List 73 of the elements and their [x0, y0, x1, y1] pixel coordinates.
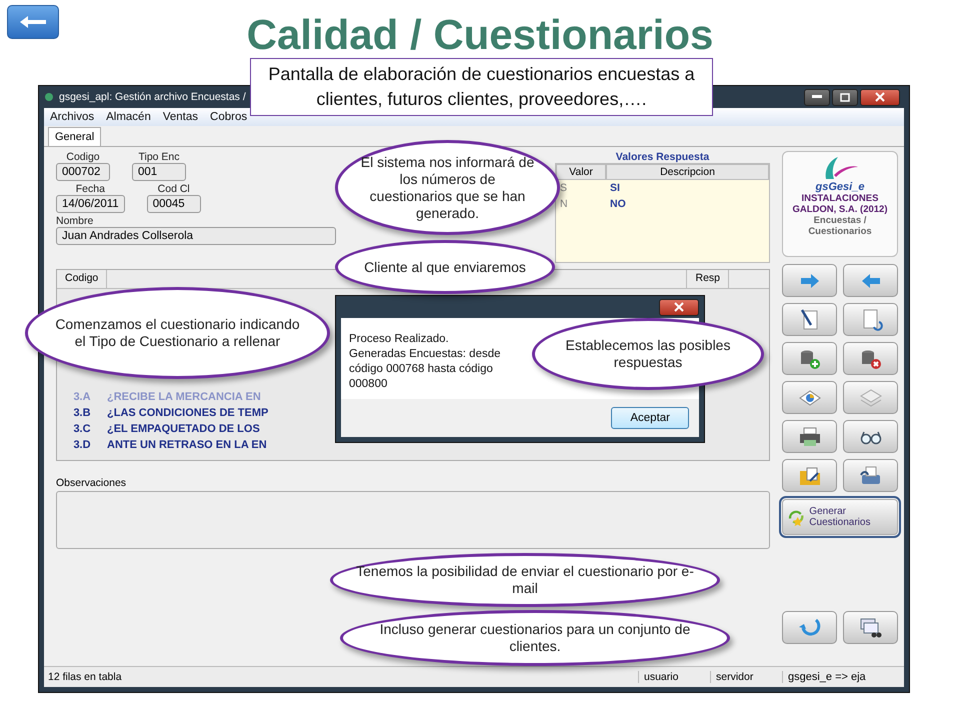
generate-button[interactable]: Generar Cuestionarios: [782, 499, 898, 535]
table-cell: ¿RECIBE LA MERCANCIA EN: [107, 391, 261, 403]
field-label: Tipo Enc: [137, 151, 181, 163]
toolbar-button[interactable]: [782, 264, 837, 297]
menu-item[interactable]: Almacén: [106, 111, 151, 123]
arrow-left-icon: [18, 14, 48, 30]
windows-binoculars-icon: [858, 616, 882, 640]
field-label: Fecha: [74, 183, 106, 195]
toolbar-button[interactable]: [782, 420, 837, 453]
toolbar-button[interactable]: [843, 342, 898, 375]
table-cell-text: 3.B: [72, 407, 92, 419]
maximize-icon: [840, 92, 850, 102]
column-header: Descripcion: [606, 164, 769, 180]
observations-field[interactable]: [56, 491, 770, 549]
field-label: Cod Cl: [156, 183, 191, 195]
table-cell: ¿LAS CONDICIONES DE TEMP: [107, 407, 268, 419]
back-button[interactable]: [7, 5, 59, 39]
status-text: usuario: [638, 671, 710, 683]
menu-item[interactable]: Ventas: [162, 111, 198, 123]
table-cell-text: N: [559, 197, 569, 212]
slide-title: Calidad / Cuestionarios: [246, 10, 714, 60]
close-icon: [875, 92, 885, 102]
dialog-message: Proceso Realizado.: [349, 332, 450, 347]
table-cell: ¿EL EMPAQUETADO DE LOS: [107, 423, 260, 435]
input-field[interactable]: Juan Andrades Collserola: [56, 227, 336, 245]
table-cell: ANTE UN RETRASO EN LA EN: [107, 439, 267, 451]
input-field[interactable]: 14/06/2011: [56, 195, 125, 213]
table-cell-text: NO: [609, 197, 627, 212]
status-text: 12 filas en tabla: [47, 671, 123, 683]
toolbar-button[interactable]: [843, 611, 898, 644]
field-label: Codigo: [65, 151, 101, 163]
toolbar-button[interactable]: [782, 611, 837, 644]
table-cell-text: SI: [609, 181, 621, 196]
close-button[interactable]: [860, 88, 900, 106]
field-label: Observaciones: [56, 477, 128, 489]
close-icon: [674, 302, 684, 312]
table-cell-text: 3.D: [72, 439, 92, 451]
menu-item[interactable]: Cobros: [210, 111, 248, 123]
dialog-message: Generadas Encuestas: desde código 000768 hasta código 000800: [349, 347, 502, 392]
toolbar-button[interactable]: [782, 381, 837, 414]
column-header: Codigo: [57, 270, 108, 288]
toolbar-button[interactable]: [782, 342, 837, 375]
toolbar-button[interactable]: [843, 459, 898, 492]
maximize-button[interactable]: [832, 88, 858, 106]
toolbar-button[interactable]: [843, 420, 898, 453]
company-name: INSTALACIONES GALDON, S.A. (2012): [791, 193, 889, 215]
accept-button[interactable]: Aceptar: [611, 407, 689, 429]
table-cell-text: 3.A: [72, 391, 92, 403]
column-header: Resp: [686, 270, 729, 288]
input-field[interactable]: 000702: [56, 163, 110, 181]
field-label: Nombre: [56, 215, 94, 227]
input-field[interactable]: 00045: [146, 195, 201, 213]
brand-name: gsGesi_e: [816, 181, 864, 193]
status-text: gsgesi_e => eja: [782, 671, 904, 683]
minimize-button[interactable]: [804, 88, 830, 106]
minimize-icon: [812, 95, 822, 99]
menu-item[interactable]: Archivos: [50, 111, 94, 123]
tab[interactable]: General: [48, 127, 102, 146]
toolbar-button[interactable]: [782, 303, 837, 336]
toolbar-button[interactable]: [843, 264, 898, 297]
intro-text: Pantalla de elaboración de cuestionarios encuestas a clientes, futuros clientes, proveedores,….: [250, 58, 713, 116]
table-title: Valores Respuesta: [614, 151, 710, 163]
table-cell-text: S: [559, 181, 568, 196]
app-icon: [44, 92, 54, 102]
close-button[interactable]: [659, 298, 699, 316]
printer-icon: [798, 424, 822, 448]
module-name: Encuestas / Cuestionarios: [807, 215, 873, 237]
table-cell-text: 3.C: [72, 423, 92, 435]
window-title: gsgesi_apl: Gestión archivo Encuestas /: [59, 91, 246, 103]
status-text: servidor: [710, 671, 782, 683]
toolbar-button[interactable]: [782, 459, 837, 492]
column-header: Valor: [556, 164, 606, 180]
input-field[interactable]: 001: [132, 163, 186, 181]
